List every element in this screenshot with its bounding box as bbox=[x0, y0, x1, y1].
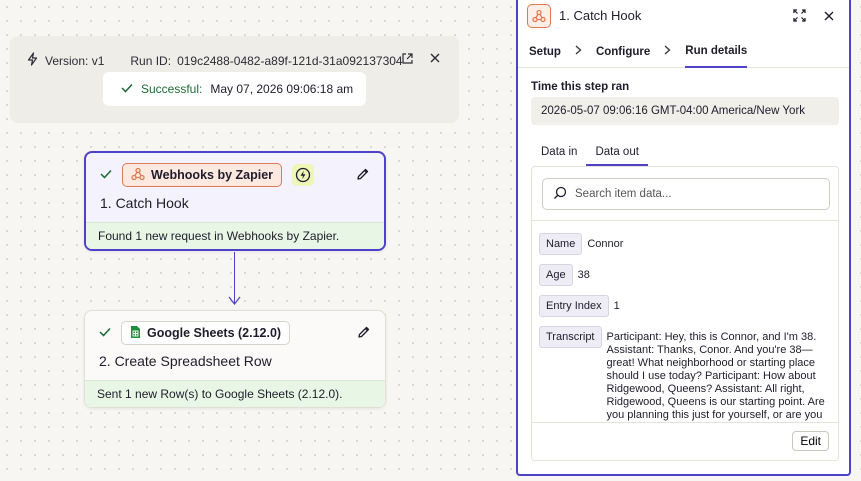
app-chip-google-sheets: Google Sheets (2.12.0) bbox=[121, 321, 291, 345]
run-timestamp: May 07, 2026 09:06:18 am bbox=[210, 82, 354, 96]
check-icon bbox=[99, 326, 111, 340]
data-field: Name Connor bbox=[539, 233, 623, 255]
tab-data-out[interactable]: Data out bbox=[586, 140, 648, 166]
tab-run-details[interactable]: Run details bbox=[685, 36, 748, 68]
close-icon[interactable] bbox=[427, 50, 443, 66]
field-value: 38 bbox=[577, 269, 590, 281]
field-key[interactable]: Transcript bbox=[539, 326, 602, 348]
edit-button[interactable]: Edit bbox=[792, 431, 829, 451]
app-name: Google Sheets (2.12.0) bbox=[147, 326, 282, 340]
app-chip-webhooks: Webhooks by Zapier bbox=[122, 163, 283, 187]
field-value: 1 bbox=[613, 300, 620, 312]
webhook-icon bbox=[527, 3, 551, 28]
chevron-right-icon bbox=[575, 45, 582, 58]
app-name: Webhooks by Zapier bbox=[151, 168, 274, 182]
field-key[interactable]: Age bbox=[539, 264, 573, 286]
step-card-catch-hook[interactable]: Webhooks by Zapier 1. Catch Hook Found 1… bbox=[84, 151, 386, 251]
field-key[interactable]: Name bbox=[539, 233, 583, 255]
lightning-circle-icon bbox=[292, 164, 315, 186]
pencil-icon[interactable] bbox=[357, 325, 371, 342]
divider bbox=[532, 220, 838, 221]
data-field: Entry Index 1 bbox=[539, 295, 620, 317]
field-value: Connor bbox=[587, 238, 624, 250]
search-icon bbox=[553, 186, 567, 203]
chevron-right-icon bbox=[664, 45, 671, 58]
panel-header: 1. Catch Hook bbox=[518, 0, 849, 31]
pencil-icon[interactable] bbox=[356, 167, 370, 184]
step-result: Sent 1 new Row(s) to Google Sheets (2.12… bbox=[85, 380, 385, 407]
bolt-icon bbox=[26, 52, 39, 69]
step-title: 2. Create Spreadsheet Row bbox=[99, 353, 272, 369]
search-box bbox=[542, 178, 830, 210]
check-icon bbox=[100, 168, 112, 182]
tab-data-in[interactable]: Data in bbox=[532, 140, 586, 166]
data-field: Transcript Participant: Hey, this is Con… bbox=[539, 326, 838, 435]
arrow-down-icon bbox=[228, 296, 241, 306]
step-details-panel: 1. Catch Hook Setup Configure Run detail… bbox=[516, 0, 851, 476]
run-meta: Version: v1 Run ID: 019c2488-0482-a89f-1… bbox=[26, 52, 403, 69]
expand-icon[interactable] bbox=[791, 8, 807, 24]
run-id-label: Run ID: bbox=[130, 53, 172, 68]
external-link-icon[interactable] bbox=[399, 50, 415, 66]
data-subtabs: Data in Data out bbox=[532, 140, 648, 166]
status-badge: Successful: May 07, 2026 09:06:18 am bbox=[103, 72, 366, 106]
run-id-value: 019c2488-0482-a89f-121d-31a092137304 bbox=[177, 53, 403, 68]
check-icon bbox=[121, 82, 133, 96]
search-input[interactable] bbox=[575, 188, 815, 200]
transcript-value: Participant: Hey, this is Connor, and I'… bbox=[606, 331, 825, 434]
data-out-box: Name Connor Age 38 Entry Index 1 Transcr… bbox=[531, 166, 839, 461]
step-card-create-row[interactable]: Google Sheets (2.12.0) 2. Create Spreads… bbox=[84, 310, 386, 408]
run-info-bar: Version: v1 Run ID: 019c2488-0482-a89f-1… bbox=[10, 36, 459, 123]
close-icon[interactable] bbox=[821, 8, 837, 24]
step-tabs: Setup Configure Run details bbox=[518, 36, 849, 68]
step-card-header: Google Sheets (2.12.0) bbox=[99, 321, 371, 345]
field-key[interactable]: Entry Index bbox=[539, 295, 609, 317]
step-card-header: Webhooks by Zapier bbox=[100, 163, 370, 187]
status-text: Successful: bbox=[141, 82, 203, 96]
time-label: Time this step ran bbox=[531, 81, 630, 93]
step-title: 1. Catch Hook bbox=[100, 195, 189, 211]
time-value: 2026-05-07 09:06:16 GMT-04:00 America/Ne… bbox=[531, 97, 839, 125]
tab-setup[interactable]: Setup bbox=[529, 36, 561, 68]
panel-actions bbox=[791, 8, 849, 24]
data-box-footer: Edit bbox=[532, 422, 838, 460]
panel-title: 1. Catch Hook bbox=[559, 8, 642, 23]
webhook-icon bbox=[131, 167, 145, 184]
data-field: Age 38 bbox=[539, 264, 590, 286]
step-result: Found 1 new request in Webhooks by Zapie… bbox=[86, 222, 384, 249]
tab-configure[interactable]: Configure bbox=[596, 36, 650, 68]
sheets-icon bbox=[130, 325, 141, 342]
version-label: Version: v1 bbox=[45, 53, 105, 68]
run-bar-actions bbox=[399, 50, 443, 66]
